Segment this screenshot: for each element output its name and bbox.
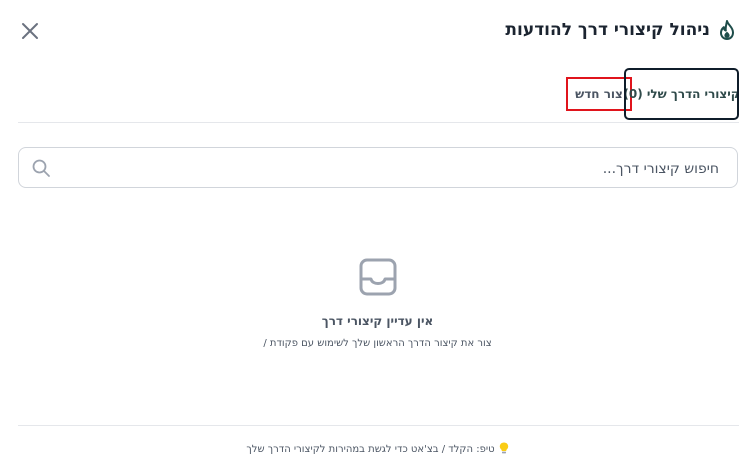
empty-state: אין עדיין קיצורי דרך צור את קיצור הדרך ה… <box>0 258 755 349</box>
divider <box>18 122 739 123</box>
tab-bar: קיצורי הדרך שלי (0) צור חדש <box>566 68 739 123</box>
close-icon <box>22 23 38 39</box>
search-icon[interactable] <box>31 158 51 178</box>
search-box <box>18 147 738 189</box>
tab-my-shortcuts[interactable]: קיצורי הדרך שלי (0) <box>624 68 739 120</box>
lightbulb-icon <box>499 442 509 457</box>
footer-tip: טיפ: הקלד / בצ'אט כדי לגשת במהירות לקיצו… <box>0 442 755 457</box>
empty-state-title: אין עדיין קיצורי דרך <box>321 314 434 328</box>
tab-create-new[interactable]: צור חדש <box>566 77 632 111</box>
inbox-icon <box>359 258 397 296</box>
flame-icon <box>718 20 736 40</box>
empty-state-subtitle: צור את קיצור הדרך הראשון שלך לשימוש עם פ… <box>263 338 492 349</box>
search-input[interactable] <box>77 148 721 189</box>
dialog-title: ניהול קיצורי דרך להודעות <box>505 20 710 40</box>
dialog-header: ניהול קיצורי דרך להודעות <box>0 0 755 60</box>
footer-tip-text: טיפ: הקלד / בצ'אט כדי לגשת במהירות לקיצו… <box>246 444 495 455</box>
title-group: ניהול קיצורי דרך להודעות <box>505 18 736 42</box>
divider <box>18 425 739 426</box>
close-button[interactable] <box>19 20 41 42</box>
